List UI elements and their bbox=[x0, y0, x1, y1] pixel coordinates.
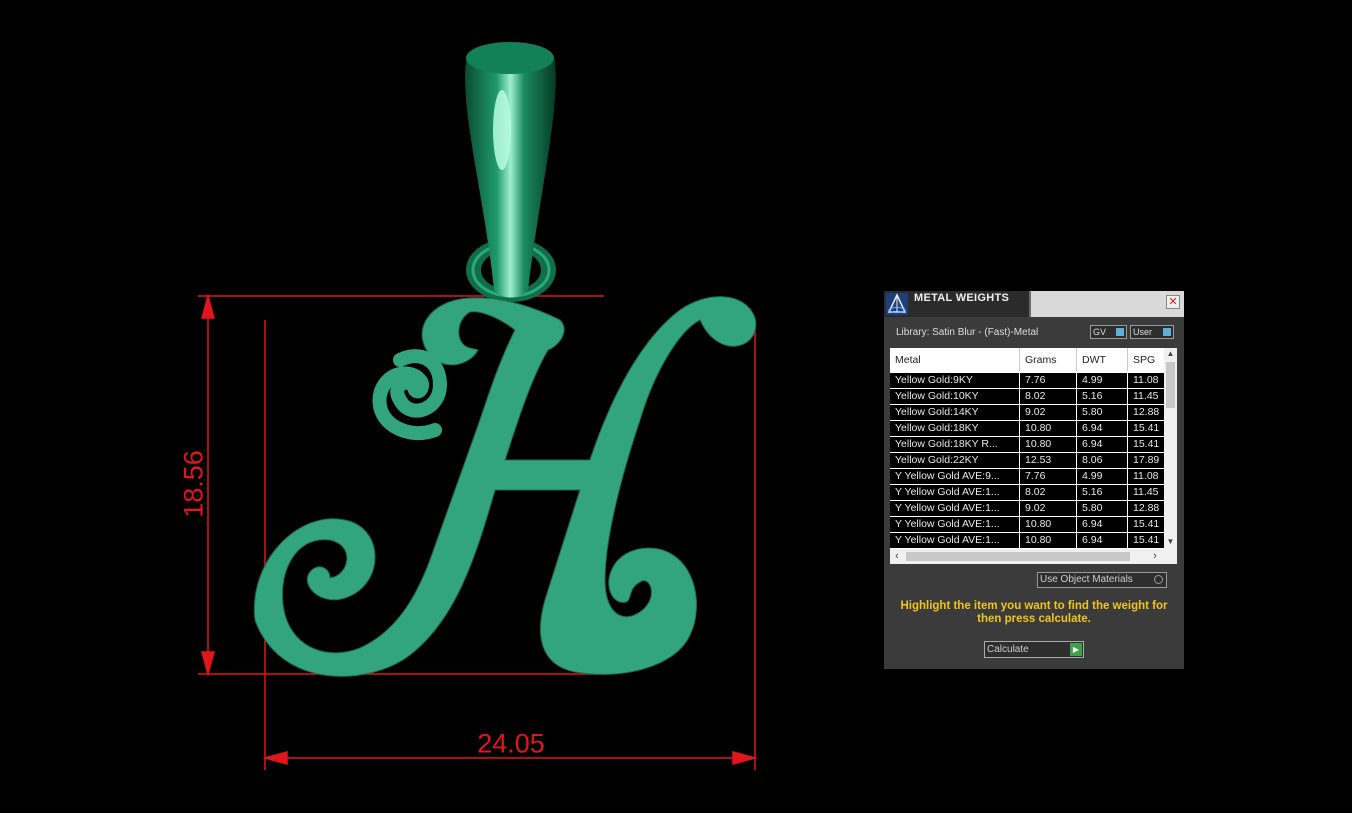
column-header-spg[interactable]: SPG bbox=[1128, 348, 1168, 371]
metal-weights-panel: METAL WEIGHTS ✕ Library: Satin Blur - (F… bbox=[884, 291, 1184, 669]
table-row[interactable]: Yellow Gold:18KY R... 10.80 6.94 15.41 bbox=[890, 437, 1164, 453]
metal-table[interactable]: Metal Grams DWT SPG Yellow Gold:9KY 7.76 4… bbox=[890, 348, 1177, 564]
scroll-thumb[interactable] bbox=[1166, 362, 1175, 408]
title-tab: METAL WEIGHTS bbox=[884, 291, 1031, 317]
vertical-scrollbar[interactable]: ▲ ▼ bbox=[1164, 348, 1177, 549]
toggle-indicator-icon bbox=[1163, 328, 1171, 336]
table-row[interactable]: Yellow Gold:10KY 8.02 5.16 11.45 bbox=[890, 389, 1164, 405]
column-header-dwt[interactable]: DWT bbox=[1077, 348, 1128, 371]
dwt-cell: 5.16 bbox=[1077, 485, 1128, 500]
gv-toggle-label: GV bbox=[1093, 327, 1107, 337]
spg-cell: 15.41 bbox=[1133, 534, 1160, 546]
spg-cell: 12.88 bbox=[1133, 406, 1160, 418]
scroll-left-icon[interactable]: ‹ bbox=[890, 549, 904, 564]
grams-cell: 9.02 bbox=[1020, 405, 1077, 420]
instructions-text: Highlight the item you want to find the … bbox=[900, 600, 1168, 625]
spg-cell: 15.41 bbox=[1133, 422, 1160, 434]
grams-cell: 10.80 bbox=[1020, 421, 1077, 436]
table-row[interactable]: Y Yellow Gold AVE:1... 10.80 6.94 15.41 bbox=[890, 517, 1164, 533]
spg-cell: 11.08 bbox=[1133, 374, 1159, 386]
user-toggle[interactable]: User bbox=[1130, 325, 1174, 339]
gv-toggle[interactable]: GV bbox=[1090, 325, 1127, 339]
metal-cell: Yellow Gold:22KY bbox=[890, 453, 1020, 468]
scroll-right-icon[interactable]: › bbox=[1148, 549, 1162, 564]
spg-cell: 11.45 bbox=[1133, 390, 1159, 402]
horizontal-scrollbar[interactable]: ‹ › bbox=[890, 549, 1177, 564]
table-row[interactable]: Y Yellow Gold AVE:1... 9.02 5.80 12.88 bbox=[890, 501, 1164, 517]
dwt-cell: 5.16 bbox=[1077, 389, 1128, 404]
close-button[interactable]: ✕ bbox=[1166, 295, 1180, 309]
dwt-cell: 8.06 bbox=[1077, 453, 1128, 468]
toggle-indicator-icon bbox=[1116, 328, 1124, 336]
metal-cell: Y Yellow Gold AVE:1... bbox=[890, 501, 1020, 516]
metal-cell: Y Yellow Gold AVE:1... bbox=[890, 485, 1020, 500]
library-label: Library: Satin Blur - (Fast)-Metal bbox=[896, 327, 1039, 338]
metal-cell: Yellow Gold:10KY bbox=[890, 389, 1020, 404]
metal-cell: Y Yellow Gold AVE:9... bbox=[890, 469, 1020, 484]
grams-cell: 10.80 bbox=[1020, 437, 1077, 452]
column-header-metal[interactable]: Metal bbox=[890, 348, 1020, 371]
metal-cell: Yellow Gold:9KY bbox=[890, 373, 1020, 388]
app-logo-icon bbox=[886, 293, 908, 315]
spg-cell: 15.41 bbox=[1133, 438, 1160, 450]
grams-cell: 7.76 bbox=[1020, 373, 1077, 388]
dwt-cell: 4.99 bbox=[1077, 469, 1128, 484]
table-body: Yellow Gold:9KY 7.76 4.99 11.08 Yellow Gold:… bbox=[890, 373, 1164, 549]
dwt-cell: 5.80 bbox=[1077, 405, 1128, 420]
dwt-cell: 6.94 bbox=[1077, 533, 1128, 548]
spg-cell: 11.45 bbox=[1133, 486, 1159, 498]
table-row[interactable]: Yellow Gold:22KY 12.53 8.06 17.89 bbox=[890, 453, 1164, 469]
grams-cell: 10.80 bbox=[1020, 533, 1077, 548]
calculate-label: Calculate bbox=[987, 644, 1029, 655]
spg-cell: 15.41 bbox=[1133, 518, 1160, 530]
table-row[interactable]: Y Yellow Gold AVE:1... 8.02 5.16 11.45 bbox=[890, 485, 1164, 501]
spg-cell: 11.08 bbox=[1133, 470, 1159, 482]
dimension-width-label: 24.05 bbox=[477, 728, 545, 759]
panel-titlebar[interactable]: METAL WEIGHTS ✕ bbox=[884, 291, 1184, 317]
grams-cell: 8.02 bbox=[1020, 485, 1077, 500]
grams-cell: 12.53 bbox=[1020, 453, 1077, 468]
grams-cell: 7.76 bbox=[1020, 469, 1077, 484]
close-icon: ✕ bbox=[1168, 296, 1178, 308]
dwt-cell: 5.80 bbox=[1077, 501, 1128, 516]
table-row[interactable]: Yellow Gold:9KY 7.76 4.99 11.08 bbox=[890, 373, 1164, 389]
play-arrow-icon[interactable]: ▶ bbox=[1070, 643, 1082, 656]
grams-cell: 10.80 bbox=[1020, 517, 1077, 532]
panel-title: METAL WEIGHTS bbox=[914, 292, 1010, 304]
dwt-cell: 6.94 bbox=[1077, 437, 1128, 452]
scroll-up-icon[interactable]: ▲ bbox=[1164, 348, 1177, 360]
scroll-thumb[interactable] bbox=[906, 552, 1130, 561]
dwt-cell: 6.94 bbox=[1077, 517, 1128, 532]
table-row[interactable]: Y Yellow Gold AVE:9... 7.76 4.99 11.08 bbox=[890, 469, 1164, 485]
metal-cell: Yellow Gold:18KY R... bbox=[890, 437, 1020, 452]
table-header: Metal Grams DWT SPG bbox=[890, 348, 1177, 371]
scroll-down-icon[interactable]: ▼ bbox=[1164, 536, 1177, 548]
use-object-materials-label: Use Object Materials bbox=[1040, 574, 1133, 585]
spg-cell: 17.89 bbox=[1133, 454, 1160, 466]
table-row[interactable]: Yellow Gold:18KY 10.80 6.94 15.41 bbox=[890, 421, 1164, 437]
dwt-cell: 6.94 bbox=[1077, 421, 1128, 436]
metal-cell: Yellow Gold:18KY bbox=[890, 421, 1020, 436]
radio-icon[interactable] bbox=[1154, 575, 1163, 584]
use-object-materials-option[interactable]: Use Object Materials bbox=[1037, 572, 1167, 588]
metal-cell: Y Yellow Gold AVE:1... bbox=[890, 533, 1020, 548]
dimension-height-label: 18.56 bbox=[178, 450, 209, 518]
user-toggle-label: User bbox=[1133, 327, 1153, 337]
metal-cell: Yellow Gold:14KY bbox=[890, 405, 1020, 420]
grams-cell: 8.02 bbox=[1020, 389, 1077, 404]
metal-cell: Y Yellow Gold AVE:1... bbox=[890, 517, 1020, 532]
grams-cell: 9.02 bbox=[1020, 501, 1077, 516]
spg-cell: 12.88 bbox=[1133, 502, 1160, 514]
table-row[interactable]: Yellow Gold:14KY 9.02 5.80 12.88 bbox=[890, 405, 1164, 421]
pendant-letter-h bbox=[253, 296, 757, 677]
column-header-grams[interactable]: Grams bbox=[1020, 348, 1077, 371]
dwt-cell: 4.99 bbox=[1077, 373, 1128, 388]
table-row[interactable]: Y Yellow Gold AVE:1... 10.80 6.94 15.41 bbox=[890, 533, 1164, 549]
calculate-button[interactable]: Calculate ▶ bbox=[984, 641, 1084, 658]
